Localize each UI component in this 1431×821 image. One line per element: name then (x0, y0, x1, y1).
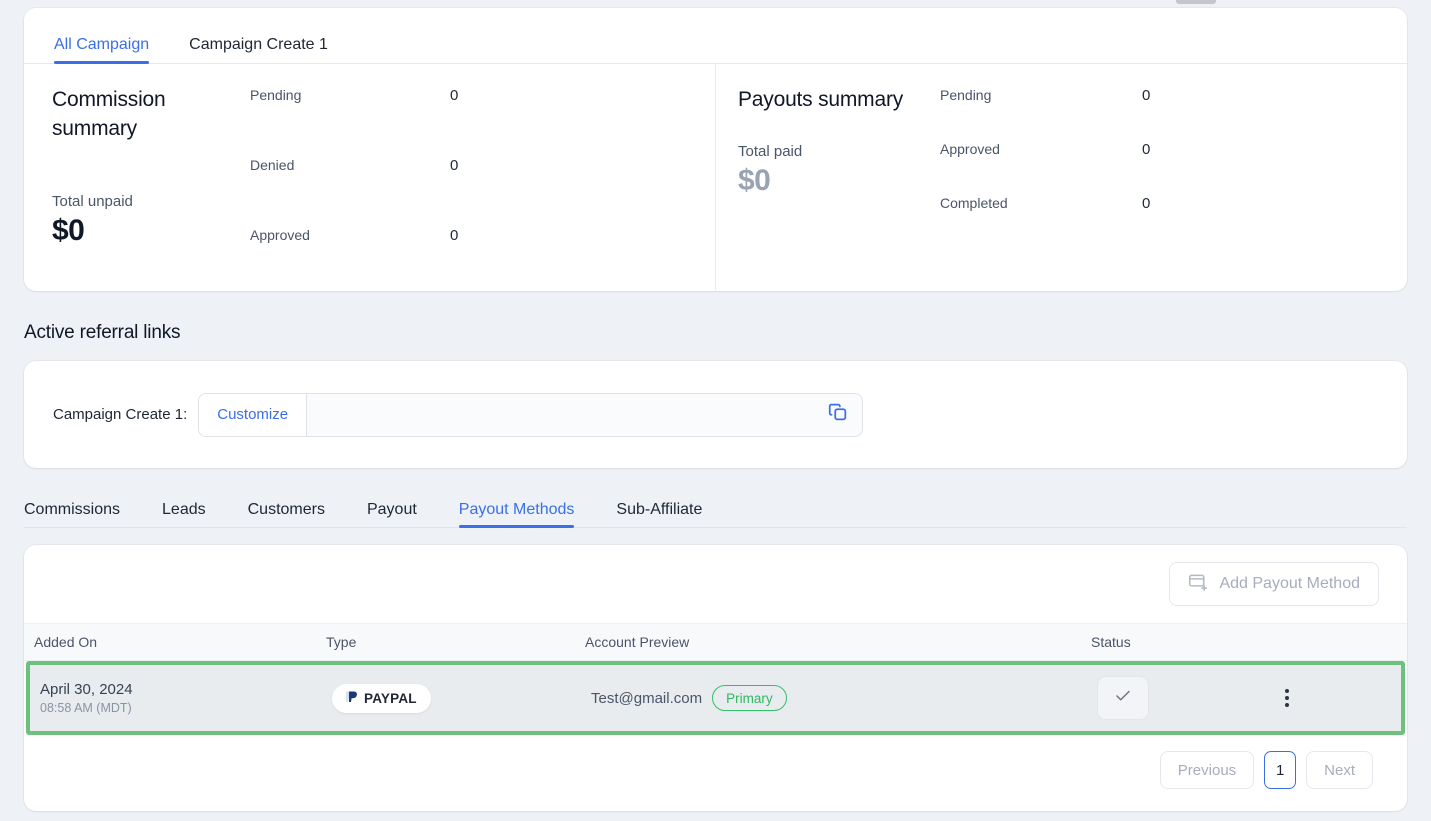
payouts-total-paid-label: Total paid (738, 142, 803, 160)
cell-actions (1272, 683, 1401, 713)
page-number-1[interactable]: 1 (1264, 751, 1297, 789)
pagination: Previous 1 Next (24, 735, 1407, 805)
active-referral-links-title: Active referral links (24, 322, 181, 343)
payout-methods-card: Add Payout Method Added On Type Account … (24, 545, 1407, 811)
section-subnav: Commissions Leads Customers Payout Payou… (24, 488, 1407, 528)
stat-value: 0 (1142, 87, 1151, 104)
paypal-label: PAYPAL (364, 690, 417, 706)
stat-label: Approved (940, 141, 1000, 157)
subnav-item-sub-affiliate[interactable]: Sub-Affiliate (616, 501, 702, 527)
referral-link-input[interactable] (307, 393, 815, 436)
paypal-badge: PAYPAL (332, 683, 431, 713)
subnav-item-customers[interactable]: Customers (248, 501, 325, 527)
add-payout-method-button[interactable]: Add Payout Method (1169, 562, 1379, 606)
payouts-stats: Pending 0 Approved 0 Completed 0 (940, 64, 1407, 290)
summary-body: Commission summary Total unpaid $0 Pendi… (24, 64, 1407, 290)
commission-stat-denied: Denied 0 (250, 157, 715, 227)
table-row[interactable]: April 30, 2024 08:58 AM (MDT) PAYPAL Tes… (26, 661, 1405, 735)
column-header-added-on: Added On (34, 634, 98, 650)
stat-label: Pending (250, 87, 302, 103)
subnav-item-commissions[interactable]: Commissions (24, 501, 120, 527)
cell-type: PAYPAL (332, 683, 591, 713)
stat-label: Pending (940, 87, 992, 103)
subnav-item-leads[interactable]: Leads (162, 501, 206, 527)
column-header-status: Status (1091, 634, 1131, 650)
referral-link-row: Campaign Create 1: Customize (24, 361, 1407, 468)
commission-summary-left: Commission summary Total unpaid $0 (24, 64, 250, 290)
tab-campaign-create-1[interactable]: Campaign Create 1 (189, 36, 328, 63)
payouts-stat-pending: Pending 0 (940, 87, 1407, 141)
commission-summary-title: Commission summary (52, 88, 166, 140)
commission-stat-pending: Pending 0 (250, 87, 715, 157)
cell-added-on: April 30, 2024 08:58 AM (MDT) (30, 681, 332, 715)
stat-value: 0 (1142, 195, 1151, 212)
table-header-row: Added On Type Account Preview Status (24, 623, 1407, 661)
commission-total-unpaid-label: Total unpaid (52, 192, 133, 210)
referral-links-card: Campaign Create 1: Customize (24, 361, 1407, 468)
kebab-menu-icon[interactable] (1272, 683, 1302, 713)
payouts-total-paid-value: $0 (738, 163, 771, 197)
referral-campaign-label: Campaign Create 1: (53, 406, 188, 423)
cell-status (1097, 676, 1272, 720)
stat-value: 0 (450, 157, 459, 174)
payouts-summary-left: Payouts summary Total paid $0 (716, 64, 940, 290)
stat-label: Denied (250, 157, 295, 173)
top-cutoff-element (1176, 0, 1216, 4)
row-date: April 30, 2024 (40, 681, 133, 698)
check-icon (1114, 687, 1132, 710)
stat-label: Completed (940, 195, 1008, 211)
stat-value: 0 (450, 87, 459, 104)
paypal-icon (346, 690, 357, 706)
payouts-summary-title: Payouts summary (738, 88, 904, 111)
campaign-tabs: All Campaign Campaign Create 1 (24, 8, 1407, 64)
commission-summary-section: Commission summary Total unpaid $0 Pendi… (24, 64, 715, 290)
status-check-button[interactable] (1097, 676, 1149, 720)
row-time: 08:58 AM (MDT) (40, 701, 132, 715)
summary-card: All Campaign Campaign Create 1 Commissio… (24, 8, 1407, 291)
customize-button[interactable]: Customize (199, 393, 308, 436)
add-payout-method-label: Add Payout Method (1219, 575, 1360, 592)
previous-page-button[interactable]: Previous (1159, 751, 1255, 789)
tab-all-campaign[interactable]: All Campaign (54, 36, 150, 64)
stat-value: 0 (450, 227, 459, 244)
stat-label: Approved (250, 227, 310, 243)
stat-value: 0 (1142, 141, 1151, 158)
commission-stats: Pending 0 Denied 0 Approved 0 (250, 64, 715, 290)
subnav-item-payout[interactable]: Payout (367, 501, 417, 527)
payouts-stat-completed: Completed 0 (940, 195, 1407, 249)
card-plus-icon (1188, 571, 1209, 597)
payout-methods-page: All Campaign Campaign Create 1 Commissio… (0, 0, 1431, 821)
copy-link-button[interactable] (814, 394, 862, 436)
payouts-summary-section: Payouts summary Total paid $0 Pending 0 … (715, 64, 1407, 290)
primary-badge: Primary (712, 685, 787, 711)
referral-link-box: Customize (198, 392, 864, 437)
commission-stat-approved: Approved 0 (250, 227, 715, 297)
column-header-type: Type (326, 634, 357, 650)
next-page-button[interactable]: Next (1306, 751, 1373, 789)
column-header-account-preview: Account Preview (585, 634, 690, 650)
commission-total-unpaid-value: $0 (52, 213, 85, 247)
account-email: Test@gmail.com (591, 689, 703, 707)
table-toolbar: Add Payout Method (24, 545, 1407, 623)
payouts-stat-approved: Approved 0 (940, 141, 1407, 195)
subnav-item-payout-methods[interactable]: Payout Methods (458, 501, 574, 528)
copy-icon (827, 401, 849, 428)
cell-account-preview: Test@gmail.com Primary (591, 685, 1097, 711)
